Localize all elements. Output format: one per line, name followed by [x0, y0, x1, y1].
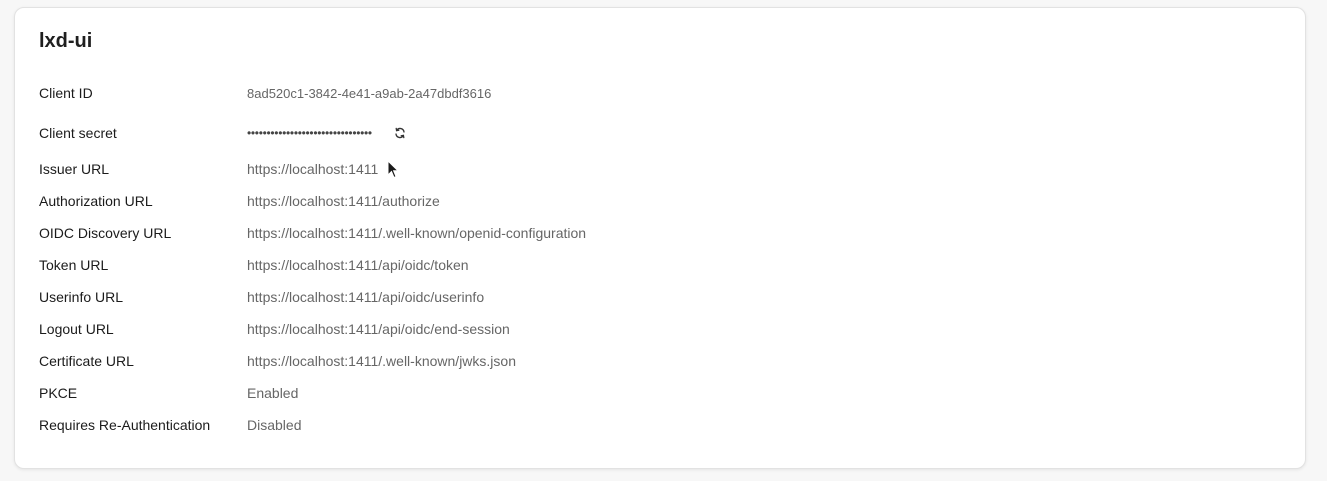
client-secret-label: Client secret [39, 125, 117, 141]
pkce-value: Enabled [247, 385, 299, 401]
pkce-row: PKCE Enabled [39, 381, 298, 405]
client-id-value: 8ad520c1-3842-4e41-a9ab-2a47dbdf3616 [247, 85, 492, 101]
userinfo-url-label: Userinfo URL [39, 289, 124, 305]
oidc-discovery-url-value: https://localhost:1411/.well-known/openi… [247, 225, 587, 241]
client-id-label: Client ID [39, 85, 93, 101]
client-details-card: lxd-ui Client ID 8ad520c1-3842-4e41-a9ab… [14, 7, 1306, 469]
issuer-url-label: Issuer URL [39, 161, 110, 177]
oidc-discovery-url-label: OIDC Discovery URL [39, 225, 172, 241]
certificate-url-label: Certificate URL [39, 353, 134, 369]
certificate-url-value: https://localhost:1411/.well-known/jwks.… [247, 353, 516, 369]
authorization-url-label: Authorization URL [39, 193, 153, 209]
logout-url-row: Logout URL https://localhost:1411/api/oi… [39, 317, 510, 341]
certificate-url-row: Certificate URL https://localhost:1411/.… [39, 349, 516, 373]
token-url-label: Token URL [39, 257, 109, 273]
logout-url-label: Logout URL [39, 321, 114, 337]
userinfo-url-value: https://localhost:1411/api/oidc/userinfo [247, 289, 485, 305]
client-id-row: Client ID 8ad520c1-3842-4e41-a9ab-2a47db… [39, 81, 491, 105]
token-url-row: Token URL https://localhost:1411/api/oid… [39, 253, 469, 277]
refresh-icon[interactable] [392, 125, 408, 141]
pkce-label: PKCE [39, 385, 78, 401]
client-secret-value: •••••••••••••••••••••••••••••••• [247, 126, 372, 140]
userinfo-url-row: Userinfo URL https://localhost:1411/api/… [39, 285, 484, 309]
requires-reauth-label: Requires Re-Authentication [39, 417, 211, 433]
client-name-title: lxd-ui [39, 30, 93, 52]
issuer-url-row: Issuer URL https://localhost:1411 [39, 157, 378, 181]
issuer-url-value: https://localhost:1411 [247, 161, 379, 177]
authorization-url-row: Authorization URL https://localhost:1411… [39, 189, 440, 213]
oidc-discovery-url-row: OIDC Discovery URL https://localhost:141… [39, 221, 586, 245]
authorization-url-value: https://localhost:1411/authorize [247, 193, 440, 209]
client-secret-row: Client secret ••••••••••••••••••••••••••… [39, 121, 408, 145]
mouse-cursor-icon [387, 160, 399, 179]
requires-reauth-row: Requires Re-Authentication Disabled [39, 413, 301, 437]
logout-url-value: https://localhost:1411/api/oidc/end-sess… [247, 321, 510, 337]
token-url-value: https://localhost:1411/api/oidc/token [247, 257, 469, 273]
requires-reauth-value: Disabled [247, 417, 302, 433]
